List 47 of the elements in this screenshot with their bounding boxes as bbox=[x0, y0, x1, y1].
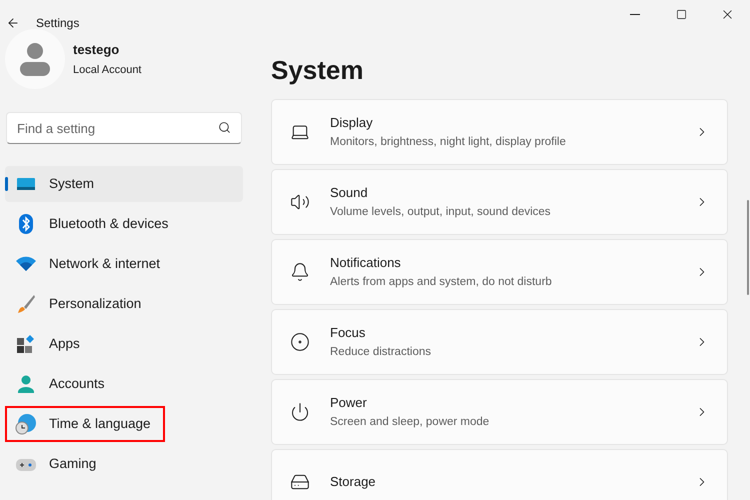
settings-card[interactable]: Display Monitors, brightness, night light, display profile bbox=[271, 99, 728, 165]
minimize-icon bbox=[630, 14, 640, 15]
card-title: Focus bbox=[330, 324, 366, 342]
focus-icon bbox=[290, 332, 310, 352]
card-title: Display bbox=[330, 114, 374, 132]
card-subtitle: Monitors, brightness, night light, display profile bbox=[330, 135, 567, 150]
search-field[interactable]: Find a setting bbox=[6, 112, 242, 144]
power-icon bbox=[290, 402, 310, 422]
nav-item[interactable]: Time & language bbox=[5, 406, 165, 442]
settings-card[interactable]: Storage bbox=[271, 449, 728, 500]
nav-item[interactable]: Personalization bbox=[5, 286, 243, 322]
settings-card[interactable]: Focus Reduce distractions bbox=[271, 309, 728, 375]
wifi-icon bbox=[15, 256, 37, 272]
card-title: Sound bbox=[330, 184, 369, 202]
page-title: System bbox=[271, 54, 364, 87]
gamepad-icon bbox=[15, 456, 37, 472]
window-title: Settings bbox=[36, 14, 80, 32]
nav-item[interactable]: Bluetooth & devices bbox=[5, 206, 243, 242]
paintbrush-icon bbox=[15, 294, 37, 314]
selection-indicator bbox=[5, 177, 8, 191]
bell-icon bbox=[290, 262, 310, 282]
account-type: Local Account bbox=[73, 62, 142, 78]
card-subtitle: Screen and sleep, power mode bbox=[330, 415, 490, 430]
card-title: Storage bbox=[330, 473, 377, 492]
scrollbar[interactable] bbox=[747, 200, 749, 295]
card-title: Notifications bbox=[330, 254, 402, 272]
globe-clock-icon bbox=[15, 413, 37, 435]
card-subtitle: Volume levels, output, input, sound devices bbox=[330, 205, 552, 220]
speaker-icon bbox=[290, 192, 310, 212]
monitor-icon bbox=[15, 176, 37, 192]
card-subtitle: Alerts from apps and system, do not disturb bbox=[330, 275, 553, 290]
account-name: testego bbox=[73, 41, 120, 59]
search-icon bbox=[218, 121, 231, 134]
settings-card[interactable]: Notifications Alerts from apps and system, do not disturb bbox=[271, 239, 728, 305]
nav-item[interactable]: Gaming bbox=[5, 446, 243, 482]
settings-card[interactable]: Power Screen and sleep, power mode bbox=[271, 379, 728, 445]
card-title: Power bbox=[330, 394, 368, 412]
nav-item[interactable]: Network & internet bbox=[5, 246, 243, 282]
nav-item[interactable]: Apps bbox=[5, 326, 243, 362]
apps-icon bbox=[15, 334, 37, 354]
nav-item[interactable]: System bbox=[5, 166, 243, 202]
storage-icon bbox=[290, 472, 310, 492]
card-subtitle: Reduce distractions bbox=[330, 345, 432, 360]
maximize-icon bbox=[676, 9, 686, 20]
nav-item[interactable]: Accounts bbox=[5, 366, 243, 402]
person-icon bbox=[15, 374, 37, 394]
settings-card[interactable]: Sound Volume levels, output, input, sound devices bbox=[271, 169, 728, 235]
